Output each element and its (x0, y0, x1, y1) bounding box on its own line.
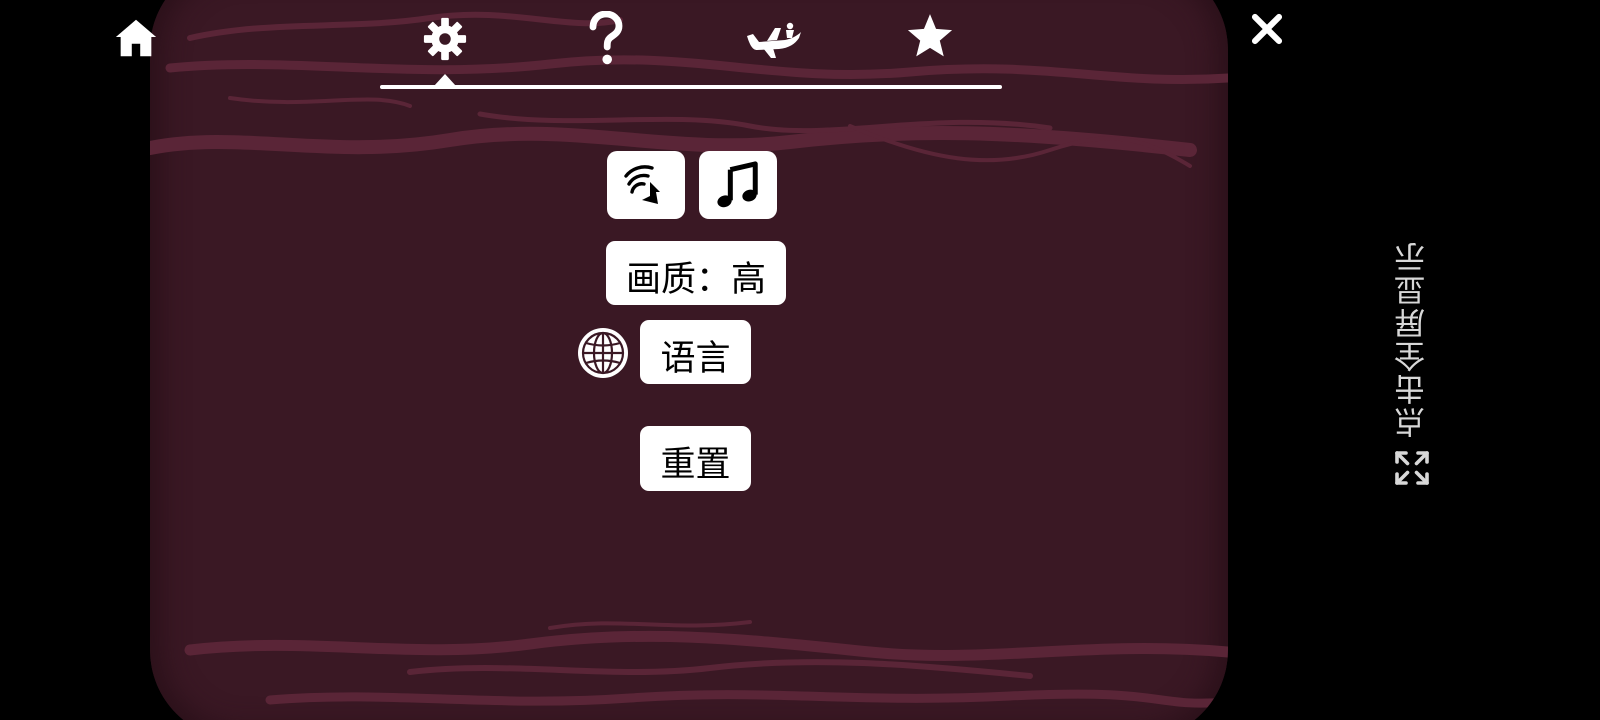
sound-effects-button[interactable] (607, 151, 685, 219)
home-button[interactable] (112, 14, 160, 62)
globe-icon (578, 328, 628, 378)
tab-airplane[interactable] (744, 16, 804, 62)
tab-settings[interactable] (420, 14, 470, 64)
music-button[interactable] (699, 151, 777, 219)
tab-star[interactable] (904, 10, 956, 62)
tab-help[interactable] (584, 10, 628, 68)
selected-tab-indicator (434, 74, 456, 86)
close-icon (1251, 13, 1283, 45)
game-screen: 画质：高 语言 重置 点击全屏显示 (0, 0, 1600, 720)
star-icon (907, 14, 953, 57)
airplane-icon (747, 22, 801, 58)
reset-button[interactable]: 重置 (640, 426, 751, 491)
language-globe[interactable] (576, 326, 630, 380)
expand-icon (1395, 451, 1429, 485)
fullscreen-hint-label: 点击全屏显示 (1394, 240, 1431, 438)
music-note-icon (717, 161, 758, 208)
graphics-quality-button[interactable]: 画质：高 (606, 241, 786, 305)
fullscreen-hint[interactable]: 点击全屏显示 (1390, 240, 1434, 490)
question-icon (589, 11, 623, 65)
language-button[interactable]: 语言 (640, 320, 751, 384)
gear-icon (423, 17, 467, 61)
tab-underline (380, 85, 1002, 89)
sound-effects-icon (624, 165, 660, 204)
home-icon (115, 19, 157, 57)
close-button[interactable] (1250, 12, 1284, 46)
